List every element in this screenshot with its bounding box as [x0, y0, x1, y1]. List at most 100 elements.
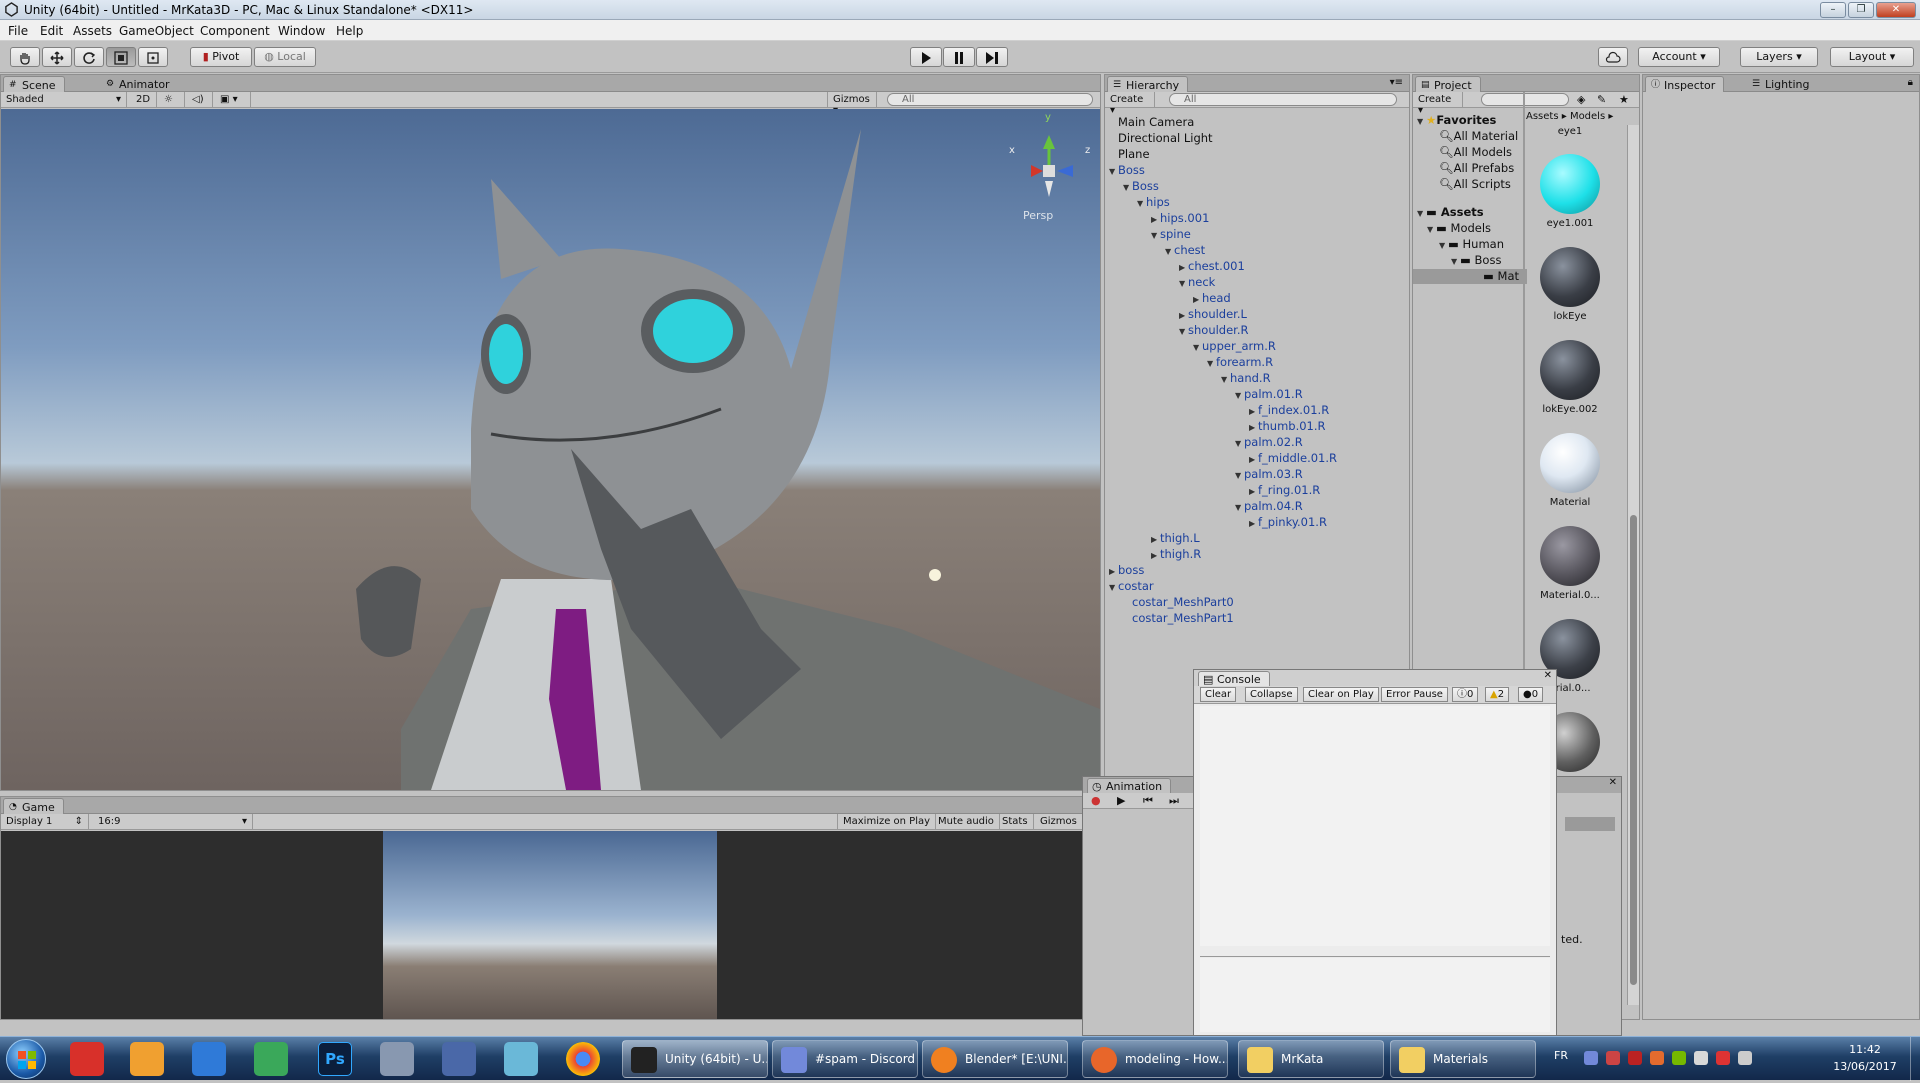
- collapse-arrow-icon[interactable]: ▶: [1249, 484, 1258, 499]
- hierarchy-item[interactable]: ▼ hand.R: [1221, 371, 1271, 386]
- tray-nvidia-icon[interactable]: [1672, 1051, 1686, 1065]
- mute-audio-toggle[interactable]: Mute audio: [933, 814, 1000, 830]
- play-button[interactable]: [910, 47, 942, 67]
- gizmos-dropdown[interactable]: Gizmos ▾: [827, 92, 877, 116]
- collapse-arrow-icon[interactable]: ▶: [1193, 292, 1202, 307]
- console-divider[interactable]: [1200, 956, 1550, 957]
- layout-dropdown[interactable]: Layout ▾: [1830, 47, 1914, 67]
- hierarchy-item[interactable]: ▼ shoulder.R: [1179, 323, 1249, 338]
- hierarchy-item[interactable]: ▶ head: [1193, 291, 1231, 306]
- breadcrumb-item[interactable]: Assets: [1526, 111, 1559, 122]
- filter-type-icon[interactable]: ◈: [1577, 93, 1585, 106]
- step-button[interactable]: [976, 47, 1008, 67]
- expand-arrow-icon[interactable]: ▼: [1179, 276, 1188, 291]
- rect-tool-button[interactable]: [138, 47, 168, 67]
- tab-inspector[interactable]: ⓘ Inspector: [1645, 76, 1725, 92]
- hierarchy-item[interactable]: ▶ boss: [1109, 563, 1144, 578]
- close-button[interactable]: ✕: [1876, 2, 1916, 18]
- chrome-icon[interactable]: [566, 1042, 600, 1076]
- menu-window[interactable]: Window: [278, 24, 325, 38]
- hierarchy-item[interactable]: ▼ forearm.R: [1207, 355, 1273, 370]
- pivot-toggle[interactable]: ▮ Pivot: [190, 47, 252, 67]
- console-collapse-button[interactable]: Collapse: [1245, 687, 1298, 702]
- hierarchy-item[interactable]: ▼ neck: [1179, 275, 1215, 290]
- hierarchy-item[interactable]: ▶ f_middle.01.R: [1249, 451, 1337, 466]
- taskbar-item-materials-folder[interactable]: Materials: [1390, 1040, 1536, 1078]
- prev-keyframe-icon[interactable]: ⏮: [1143, 794, 1153, 808]
- record-icon[interactable]: ●: [1091, 794, 1101, 807]
- hierarchy-item[interactable]: ▼ Boss: [1109, 163, 1145, 178]
- info-filter-toggle[interactable]: ⓘ0: [1452, 687, 1479, 702]
- play-icon[interactable]: ▶: [1117, 794, 1125, 807]
- timeline-bar[interactable]: [1565, 817, 1615, 831]
- audio-toggle[interactable]: ◁): [187, 92, 213, 108]
- hierarchy-item[interactable]: ▶ thumb.01.R: [1249, 419, 1326, 434]
- collapse-arrow-icon[interactable]: ▶: [1249, 452, 1258, 467]
- hierarchy-create-dropdown[interactable]: Create ▾: [1105, 92, 1155, 116]
- expand-arrow-icon[interactable]: ▼: [1151, 228, 1160, 243]
- expand-arrow-icon[interactable]: ▼: [1123, 180, 1132, 195]
- hierarchy-item[interactable]: ▶ hips.001: [1151, 211, 1209, 226]
- material-thumbnail[interactable]: [1540, 154, 1600, 214]
- expand-arrow-icon[interactable]: ▼: [1179, 324, 1188, 339]
- scale-tool-button[interactable]: [106, 47, 136, 67]
- account-dropdown[interactable]: Account ▾: [1638, 47, 1720, 67]
- close-icon[interactable]: ✕: [1609, 777, 1617, 788]
- favorite-item[interactable]: 🔍︎All Prefabs: [1439, 161, 1514, 176]
- restore-button[interactable]: ❐: [1848, 2, 1874, 18]
- hierarchy-search-input[interactable]: All: [1169, 93, 1397, 106]
- expand-arrow-icon[interactable]: ▼: [1137, 196, 1146, 211]
- photoshop-icon[interactable]: Ps: [318, 1042, 352, 1076]
- expand-arrow-icon[interactable]: ▼: [1207, 356, 1216, 371]
- breadcrumb-item[interactable]: Models: [1570, 111, 1605, 122]
- hierarchy-item[interactable]: ▼ spine: [1151, 227, 1191, 242]
- console-clear-button[interactable]: Clear: [1200, 687, 1237, 702]
- console-log-area[interactable]: [1200, 706, 1550, 946]
- collapse-arrow-icon[interactable]: ▶: [1151, 532, 1160, 547]
- hierarchy-item[interactable]: ▶ f_ring.01.R: [1249, 483, 1320, 498]
- tray-volume-icon[interactable]: [1738, 1051, 1752, 1065]
- hierarchy-item[interactable]: Main Camera: [1109, 115, 1194, 130]
- expand-arrow-icon[interactable]: ▼: [1235, 388, 1244, 403]
- lock-icon[interactable]: 🔒︎: [1908, 77, 1913, 88]
- search-app-icon[interactable]: [380, 1042, 414, 1076]
- local-toggle[interactable]: ◍ Local: [254, 47, 316, 67]
- collapse-arrow-icon[interactable]: ▶: [1249, 516, 1258, 531]
- expand-arrow-icon[interactable]: ▼: [1221, 372, 1230, 387]
- expand-arrow-icon[interactable]: ▼: [1235, 436, 1244, 451]
- perspective-label[interactable]: Persp: [1023, 209, 1053, 222]
- assets-header[interactable]: ▼ ▬ Assets: [1417, 205, 1484, 220]
- paint-icon[interactable]: [442, 1042, 476, 1076]
- tray-app-icon[interactable]: [1606, 1051, 1620, 1065]
- cloud-button[interactable]: [1598, 47, 1628, 67]
- hierarchy-item[interactable]: ▼ palm.04.R: [1235, 499, 1303, 514]
- collapse-arrow-icon[interactable]: ▶: [1249, 420, 1258, 435]
- hierarchy-item[interactable]: costar_MeshPart0: [1123, 595, 1234, 610]
- expand-arrow-icon[interactable]: ▼: [1109, 580, 1118, 595]
- clear-on-play-toggle[interactable]: Clear on Play: [1303, 687, 1379, 702]
- hierarchy-item[interactable]: ▶ thigh.R: [1151, 547, 1201, 562]
- favorite-item[interactable]: 🔍︎All Models: [1439, 145, 1512, 160]
- aspect-dropdown[interactable]: 16:9 ▾: [93, 814, 253, 830]
- tab-console[interactable]: ▤ Console: [1198, 671, 1270, 686]
- scene-viewport[interactable]: y x z Persp: [1, 109, 1100, 790]
- menu-help[interactable]: Help: [336, 24, 363, 38]
- collapse-arrow-icon[interactable]: ▶: [1249, 404, 1258, 419]
- folder-item-selected[interactable]: ▬ Mat: [1413, 269, 1527, 284]
- tab-game[interactable]: ◔ Game: [3, 798, 64, 814]
- game-view[interactable]: [1, 831, 1082, 1019]
- collapse-arrow-icon[interactable]: ▶: [1109, 564, 1118, 579]
- expand-arrow-icon[interactable]: ▼: [1193, 340, 1202, 355]
- layers-dropdown[interactable]: Layers ▾: [1740, 47, 1818, 67]
- collapse-arrow-icon[interactable]: ▶: [1151, 212, 1160, 227]
- favorite-item[interactable]: 🔍︎All Material: [1439, 129, 1518, 144]
- lighting-toggle[interactable]: ☼: [159, 92, 185, 108]
- display-dropdown[interactable]: Display 1 ⇕: [1, 814, 89, 830]
- folder-item[interactable]: ▼ ▬ Models: [1427, 221, 1491, 236]
- expand-arrow-icon[interactable]: ▼: [1235, 468, 1244, 483]
- material-thumbnail[interactable]: [1540, 526, 1600, 586]
- tab-animation[interactable]: ◷ Animation: [1087, 778, 1172, 793]
- material-thumbnail[interactable]: [1540, 433, 1600, 493]
- hand-tool-button[interactable]: [10, 47, 40, 67]
- collapse-arrow-icon[interactable]: ▶: [1179, 260, 1188, 275]
